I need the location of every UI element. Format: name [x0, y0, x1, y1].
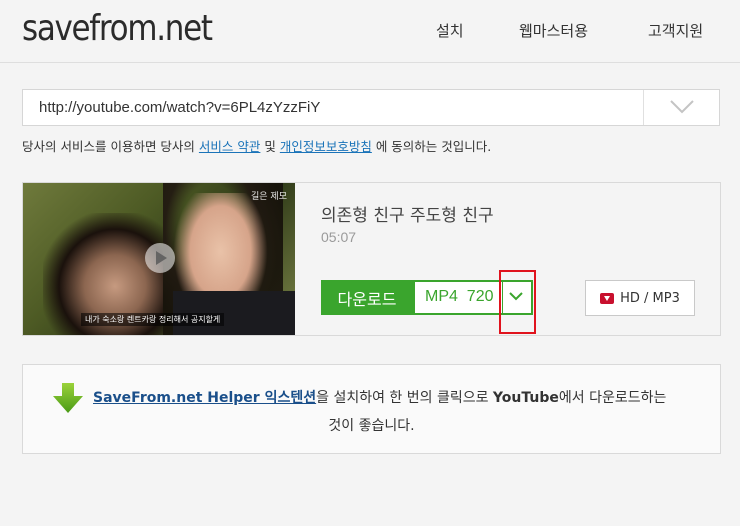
site-header: savefrom.net 설치 웹마스터용 고객지원: [0, 0, 740, 63]
thumbnail-watermark: 길은 제모: [251, 192, 287, 202]
url-search-box: [22, 89, 720, 126]
terms-notice: 당사의 서비스를 이용하면 당사의 서비스 약관 및 개인정보보호방침 에 동의…: [22, 136, 491, 155]
thumbnail-caption: 내가 숙소랑 렌트카랑 정리해서 공지할게: [81, 313, 225, 326]
promo-line2: 것이 좋습니다.: [328, 418, 415, 434]
nav-webmasters[interactable]: 웹마스터용: [519, 20, 588, 41]
terms-prefix: 당사의 서비스를 이용하면 당사의: [22, 139, 199, 154]
chevron-down-icon: [670, 100, 694, 114]
nav-support[interactable]: 고객지원: [648, 20, 703, 41]
chevron-down-icon[interactable]: [509, 292, 523, 301]
download-arrow-icon: [53, 383, 83, 413]
promo-text1: 을 설치하여 한 번의 클릭으로: [316, 390, 493, 406]
terms-of-service-link[interactable]: 서비스 약관: [199, 139, 260, 154]
terms-suffix: 에 동의하는 것입니다.: [371, 139, 492, 154]
terms-mid: 및: [260, 139, 280, 154]
download-button[interactable]: 다운로드: [321, 280, 413, 315]
promo-line1: SaveFrom.net Helper 익스텐션을 설치하여 한 번의 클릭으로…: [93, 387, 666, 407]
hd-mp3-button[interactable]: HD / MP3: [585, 280, 695, 316]
hd-mp3-label: HD / MP3: [620, 290, 680, 306]
video-duration: 05:07: [321, 229, 357, 245]
video-thumbnail[interactable]: 길은 제모 내가 숙소랑 렌트카랑 정리해서 공지할게: [23, 183, 295, 335]
play-icon[interactable]: [145, 243, 175, 273]
format-divider: [502, 282, 503, 313]
download-icon: [600, 292, 615, 304]
url-input[interactable]: [23, 90, 643, 125]
format-label: MP4 720: [425, 288, 494, 305]
helper-extension-link[interactable]: SaveFrom.net Helper 익스텐션: [93, 390, 316, 406]
url-dropdown-button[interactable]: [644, 90, 720, 125]
result-card: 길은 제모 내가 숙소랑 렌트카랑 정리해서 공지할게 의존형 친구 주도형 친…: [22, 182, 721, 336]
site-logo[interactable]: savefrom.net: [22, 8, 213, 49]
nav-install[interactable]: 설치: [436, 20, 464, 41]
format-select[interactable]: MP4 720: [413, 280, 533, 315]
helper-promo: SaveFrom.net Helper 익스텐션을 설치하여 한 번의 클릭으로…: [22, 364, 721, 454]
promo-youtube: YouTube: [492, 390, 559, 406]
privacy-policy-link[interactable]: 개인정보보호방침: [280, 139, 372, 154]
video-title: 의존형 친구 주도형 친구: [321, 206, 494, 226]
promo-text2: 에서 다운로드하는: [558, 390, 667, 406]
